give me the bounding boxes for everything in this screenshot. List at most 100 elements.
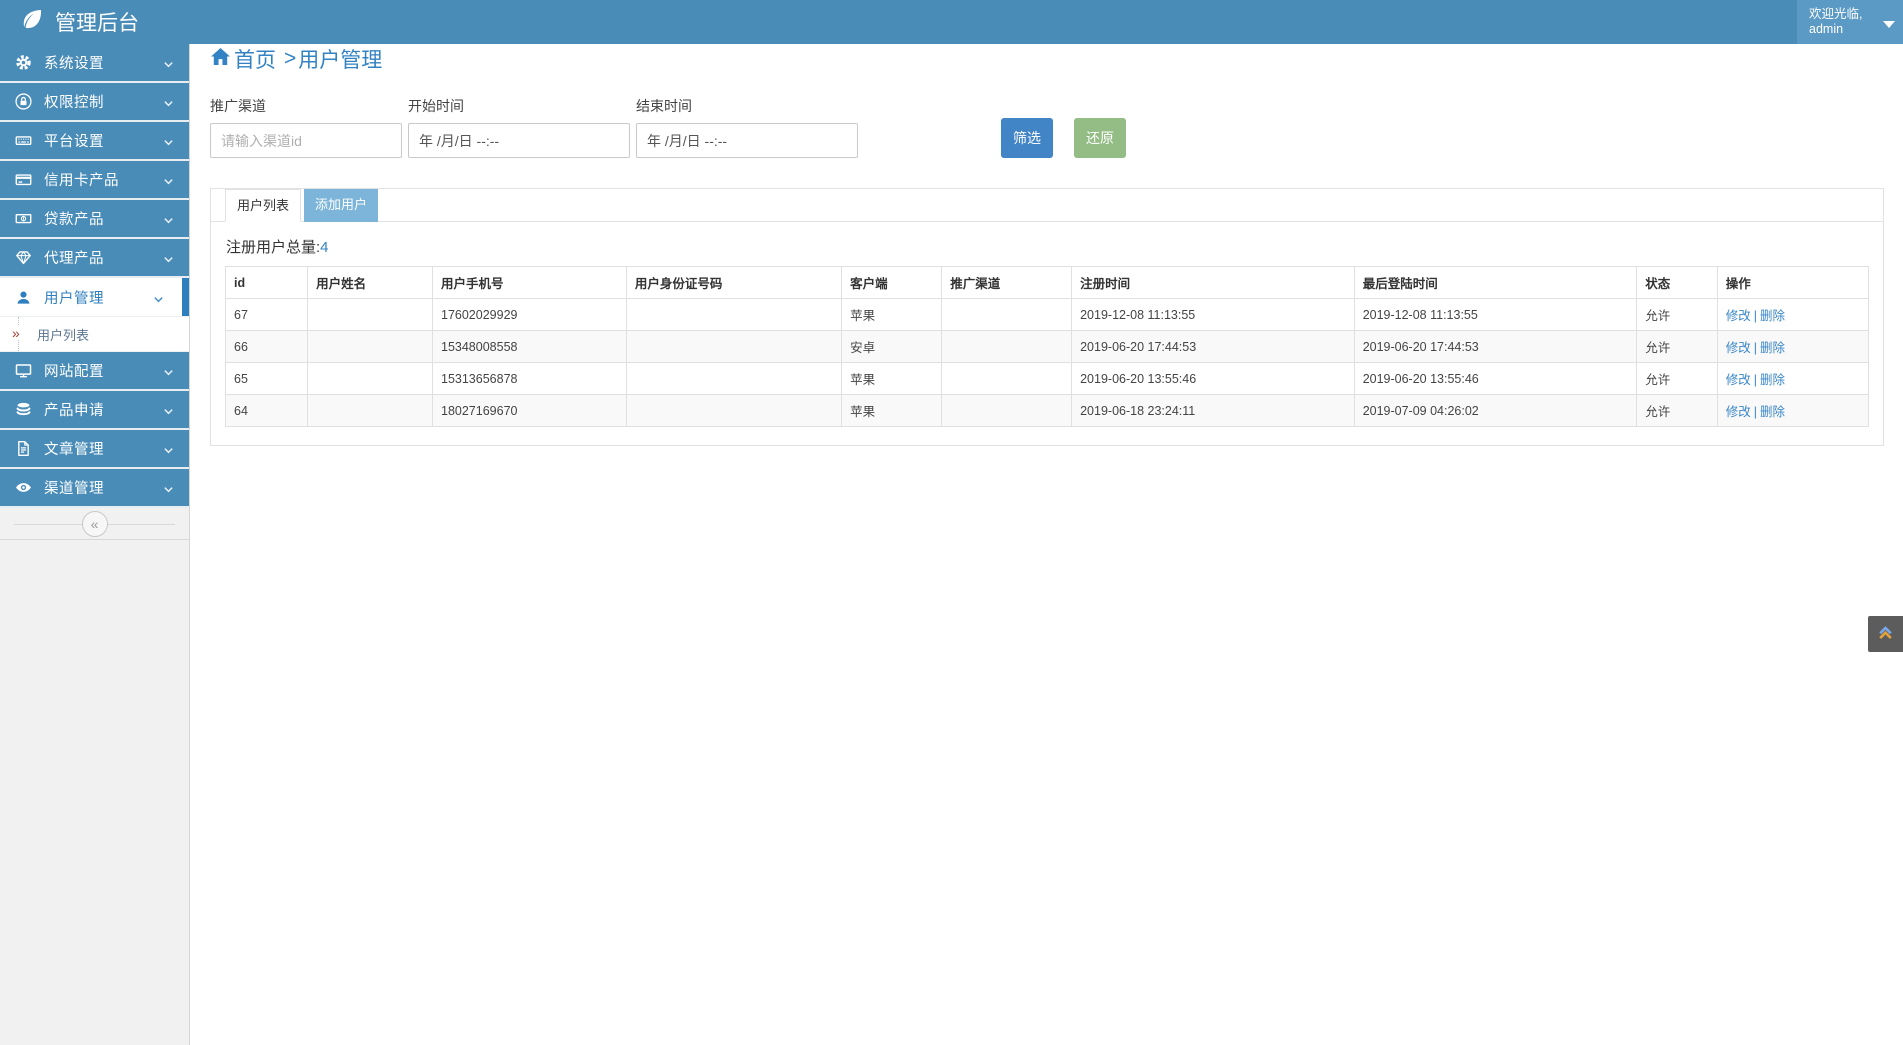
delete-link[interactable]: 删除 xyxy=(1760,405,1785,419)
sidebar-subitem-user-list[interactable]: » 用户列表 xyxy=(0,317,189,352)
edit-link[interactable]: 修改 xyxy=(1726,309,1751,323)
keyboard-icon xyxy=(15,132,32,149)
start-time-field-group: 开始时间 xyxy=(408,96,630,158)
col-reg-time: 注册时间 xyxy=(1072,267,1355,299)
banknote-icon xyxy=(15,210,32,227)
channel-field-group: 推广渠道 xyxy=(210,96,402,158)
sidebar-item-platform-settings[interactable]: 平台设置 xyxy=(0,122,189,161)
chevron-down-icon xyxy=(163,213,174,224)
filter-bar: 推广渠道 开始时间 结束时间 筛选 还原 xyxy=(210,96,1903,158)
table-header-row: id 用户姓名 用户手机号 用户身份证号码 客户端 推广渠道 注册时间 最后登陆… xyxy=(226,267,1869,299)
double-arrow-icon: » xyxy=(12,326,20,340)
tab-user-list[interactable]: 用户列表 xyxy=(225,189,301,222)
scroll-top-button[interactable] xyxy=(1868,616,1903,652)
eye-icon xyxy=(15,479,32,496)
summary-label: 注册用户总量: xyxy=(226,239,320,256)
end-time-input[interactable] xyxy=(636,123,858,158)
edit-link[interactable]: 修改 xyxy=(1726,405,1751,419)
database-icon xyxy=(15,401,32,418)
registered-users-summary: 注册用户总量:4 xyxy=(226,236,1869,257)
chevron-down-icon xyxy=(163,135,174,146)
delete-link[interactable]: 删除 xyxy=(1760,373,1785,387)
start-time-label: 开始时间 xyxy=(408,96,630,116)
sidebar-item-system-settings[interactable]: 系统设置 xyxy=(0,44,189,83)
col-idcard: 用户身份证号码 xyxy=(626,267,841,299)
sidebar-item-agent-products[interactable]: 代理产品 xyxy=(0,239,189,278)
tab-add-user[interactable]: 添加用户 xyxy=(304,189,378,222)
col-phone: 用户手机号 xyxy=(433,267,627,299)
sidebar-collapse-strip: « xyxy=(0,508,189,540)
user-panel: 用户列表 添加用户 注册用户总量:4 id 用户姓名 用户手机号 用户身份证号码… xyxy=(210,188,1884,446)
credit-card-icon xyxy=(15,171,32,188)
col-id: id xyxy=(226,267,308,299)
chevron-down-icon xyxy=(163,365,174,376)
lock-icon xyxy=(15,93,32,110)
user-menu[interactable]: 欢迎光临, admin xyxy=(1797,0,1903,44)
chevron-down-icon xyxy=(163,252,174,263)
breadcrumb-home-link[interactable]: 首页 xyxy=(234,44,276,74)
sidebar-item-loan-products[interactable]: 贷款产品 xyxy=(0,200,189,239)
caret-down-icon xyxy=(1883,21,1895,28)
chevron-up-icon xyxy=(1876,622,1895,646)
user-icon xyxy=(15,289,32,306)
table-row: 65 15313656878 苹果 2019-06-20 13:55:46 20… xyxy=(226,363,1869,395)
username: admin xyxy=(1809,22,1883,37)
sidebar: 系统设置 权限控制 平台设置 信用卡产品 贷款产品 代理产品 xyxy=(0,44,190,1045)
edit-link[interactable]: 修改 xyxy=(1726,373,1751,387)
top-header: 管理后台 欢迎光临, admin xyxy=(0,0,1903,44)
delete-link[interactable]: 删除 xyxy=(1760,309,1785,323)
sidebar-item-permission-control[interactable]: 权限控制 xyxy=(0,83,189,122)
summary-count: 4 xyxy=(320,239,328,256)
table-row: 64 18027169670 苹果 2019-06-18 23:24:11 20… xyxy=(226,395,1869,427)
table-row: 67 17602029929 苹果 2019-12-08 11:13:55 20… xyxy=(226,299,1869,331)
chevron-down-icon xyxy=(163,482,174,493)
app-title: 管理后台 xyxy=(55,7,139,37)
sidebar-collapse-button[interactable]: « xyxy=(82,511,108,537)
main-content: 首页 > 用户管理 推广渠道 开始时间 结束时间 筛选 还原 用户列表 添加用户… xyxy=(191,44,1903,1045)
diamond-icon xyxy=(15,249,32,266)
submenu-label: 用户列表 xyxy=(37,325,89,344)
col-last-login: 最后登陆时间 xyxy=(1354,267,1637,299)
col-status: 状态 xyxy=(1637,267,1718,299)
chevron-down-icon xyxy=(163,174,174,185)
welcome-text: 欢迎光临, xyxy=(1809,7,1883,22)
monitor-icon xyxy=(15,362,32,379)
col-actions: 操作 xyxy=(1717,267,1868,299)
chevron-down-icon xyxy=(163,443,174,454)
sidebar-item-channel-management[interactable]: 渠道管理 xyxy=(0,469,189,508)
chevron-down-icon xyxy=(163,96,174,107)
chevron-down-icon xyxy=(163,404,174,415)
active-item-indicator xyxy=(182,278,189,316)
delete-link[interactable]: 删除 xyxy=(1760,341,1785,355)
end-time-field-group: 结束时间 xyxy=(636,96,858,158)
sidebar-item-product-application[interactable]: 产品申请 xyxy=(0,391,189,430)
tab-strip: 用户列表 添加用户 xyxy=(211,189,1883,222)
home-icon[interactable] xyxy=(210,46,234,73)
users-table: id 用户姓名 用户手机号 用户身份证号码 客户端 推广渠道 注册时间 最后登陆… xyxy=(225,266,1869,427)
col-client: 客户端 xyxy=(842,267,942,299)
sidebar-item-website-config[interactable]: 网站配置 xyxy=(0,352,189,391)
breadcrumb: 首页 > 用户管理 xyxy=(210,44,1903,74)
start-time-input[interactable] xyxy=(408,123,630,158)
chevron-down-icon xyxy=(163,57,174,68)
breadcrumb-separator: > xyxy=(284,47,296,71)
panel-body: 注册用户总量:4 id 用户姓名 用户手机号 用户身份证号码 客户端 推广渠道 … xyxy=(211,222,1883,445)
channel-input[interactable] xyxy=(210,123,402,158)
channel-label: 推广渠道 xyxy=(210,96,402,116)
filter-button[interactable]: 筛选 xyxy=(1001,118,1053,158)
col-name: 用户姓名 xyxy=(308,267,433,299)
sidebar-item-credit-card-products[interactable]: 信用卡产品 xyxy=(0,161,189,200)
end-time-label: 结束时间 xyxy=(636,96,858,116)
table-row: 66 15348008558 安卓 2019-06-20 17:44:53 20… xyxy=(226,331,1869,363)
sidebar-item-article-management[interactable]: 文章管理 xyxy=(0,430,189,469)
chevron-down-icon xyxy=(153,292,164,303)
gear-icon xyxy=(15,54,32,71)
reset-button[interactable]: 还原 xyxy=(1074,118,1126,158)
col-channel: 推广渠道 xyxy=(942,267,1072,299)
brand: 管理后台 xyxy=(0,0,139,44)
breadcrumb-current: 用户管理 xyxy=(298,44,382,74)
edit-link[interactable]: 修改 xyxy=(1726,341,1751,355)
sidebar-item-user-management[interactable]: 用户管理 xyxy=(0,278,189,317)
leaf-logo-icon xyxy=(20,7,44,37)
document-icon xyxy=(15,440,32,457)
